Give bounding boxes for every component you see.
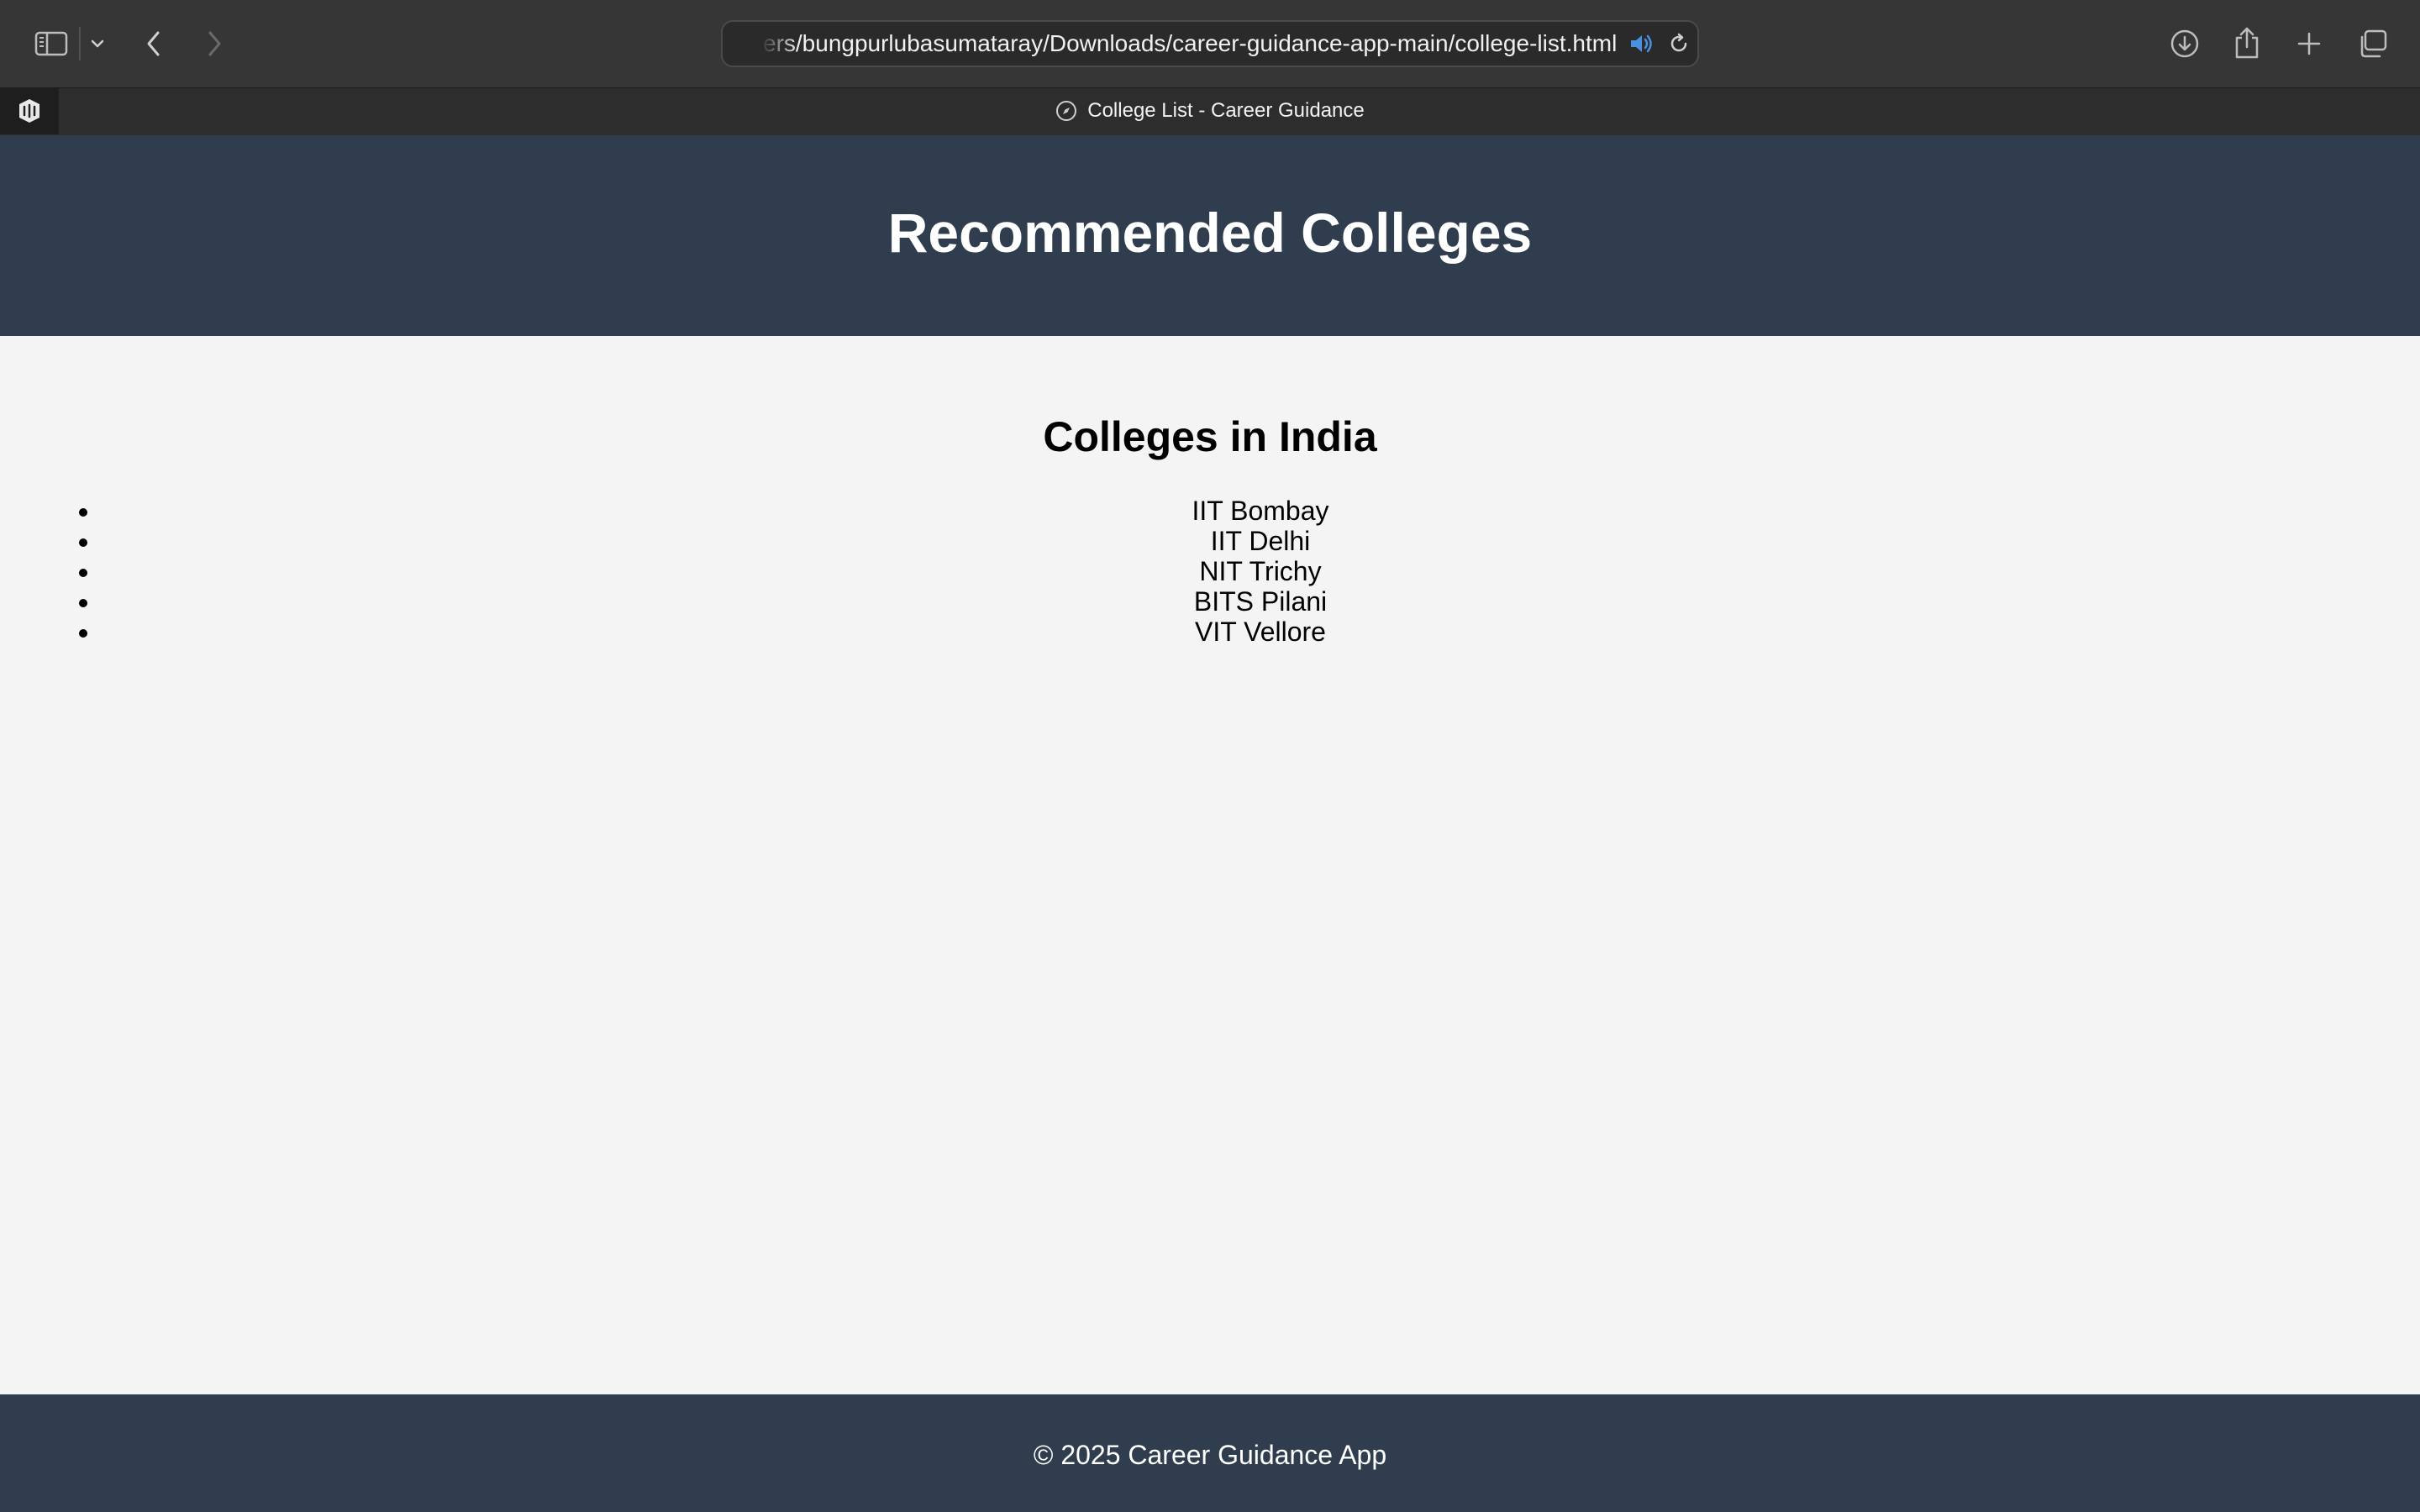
new-tab-button[interactable]	[2291, 25, 2328, 62]
plus-icon	[2297, 32, 2321, 55]
sidebar-toggle-button[interactable]	[30, 25, 72, 62]
url-fade	[723, 22, 798, 66]
list-item: NIT Trichy	[101, 556, 2420, 586]
list-item: IIT Bombay	[101, 496, 2420, 526]
sidebar-menu-button[interactable]	[86, 29, 109, 59]
address-bar[interactable]: ers/bungpurlubasumataray/Downloads/caree…	[721, 20, 1699, 67]
share-icon	[2235, 27, 2259, 59]
compass-icon	[1056, 101, 1077, 121]
downloads-button[interactable]	[2166, 25, 2203, 62]
section-title: Colleges in India	[1043, 413, 1377, 460]
tab-overview-button[interactable]	[2353, 25, 2391, 62]
site-footer: © 2025 Career Guidance App	[0, 1394, 2420, 1512]
chevron-left-icon	[147, 31, 160, 56]
list-item: BITS Pilani	[101, 586, 2420, 617]
active-tab[interactable]: College List - Career Guidance	[1055, 99, 1365, 123]
tabs-overview-icon	[2360, 29, 2387, 58]
download-icon	[2170, 29, 2199, 58]
back-button[interactable]	[139, 25, 168, 62]
browser-toolbar: ers/bungpurlubasumataray/Downloads/caree…	[0, 0, 2420, 87]
site-header: Recommended Colleges	[0, 135, 2420, 336]
forward-button[interactable]	[200, 25, 229, 62]
extension-icon	[19, 99, 39, 123]
url-text[interactable]: ers/bungpurlubasumataray/Downloads/caree…	[763, 22, 1617, 66]
toolbar-divider	[79, 27, 81, 60]
share-button[interactable]	[2228, 24, 2265, 62]
audio-button[interactable]	[1627, 30, 1657, 57]
reload-button[interactable]	[1665, 30, 1692, 57]
list-item: VIT Vellore	[101, 617, 2420, 647]
footer-text: © 2025 Career Guidance App	[1033, 1439, 1387, 1470]
reload-icon	[1670, 33, 1687, 52]
chevron-down-icon	[91, 39, 104, 48]
speaker-icon	[1631, 34, 1652, 53]
college-list: IIT Bombay IIT Delhi NIT Trichy BITS Pil…	[0, 496, 2420, 647]
extension-button[interactable]	[0, 87, 59, 134]
sidebar-icon	[34, 31, 68, 56]
tab-title: College List - Career Guidance	[1087, 99, 1365, 122]
chevron-right-icon	[208, 31, 221, 56]
web-page: Recommended Colleges Colleges in India I…	[0, 135, 2420, 1512]
list-item: IIT Delhi	[101, 526, 2420, 556]
page-title: Recommended Colleges	[887, 201, 1533, 264]
